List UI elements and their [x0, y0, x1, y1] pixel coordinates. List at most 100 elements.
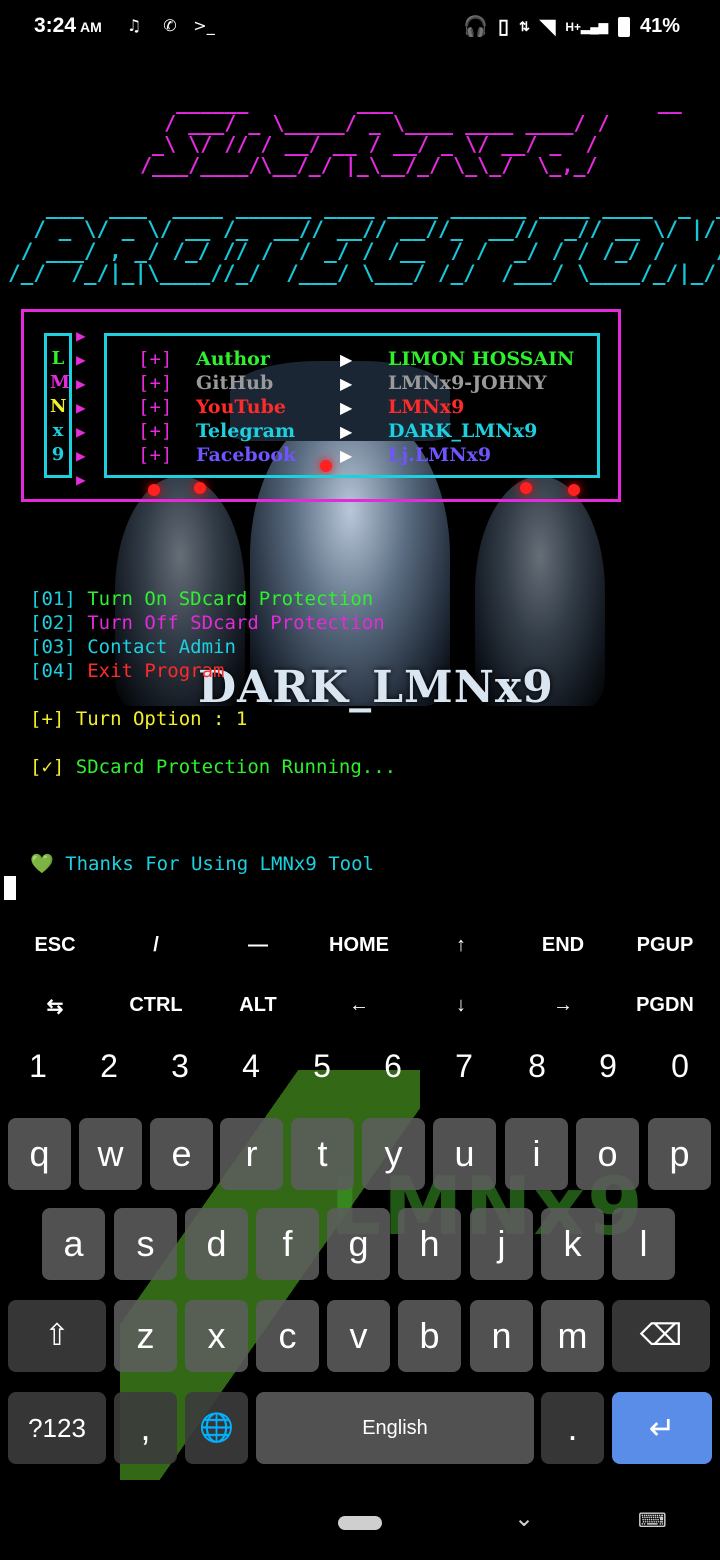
key-tab[interactable]: ⇆: [4, 994, 106, 1019]
key-ctrl[interactable]: CTRL: [105, 994, 207, 1017]
key-0[interactable]: 0: [650, 1048, 710, 1085]
menu-option-01: [01] Turn On SDcard Protection: [30, 588, 374, 610]
arrow-icon: ▶: [76, 398, 86, 417]
key-r[interactable]: r: [220, 1118, 283, 1190]
lmnx-letter: N: [50, 396, 67, 417]
music-icon: ♫: [126, 16, 142, 35]
key-b[interactable]: b: [398, 1300, 461, 1372]
soft-keyboard: LMNx9 1 2 3 4 5 6 7 8 9 0 q w e r t y u …: [0, 1040, 720, 1480]
pointer-icon: ▶: [340, 422, 353, 441]
battery-icon: [617, 16, 630, 37]
key-p[interactable]: p: [648, 1118, 711, 1190]
key-n[interactable]: n: [470, 1300, 533, 1372]
key-u[interactable]: u: [433, 1118, 496, 1190]
key-pgup[interactable]: PGUP: [614, 934, 716, 957]
option-prompt: [+] Turn Option : 1: [30, 708, 248, 730]
key-q[interactable]: q: [8, 1118, 71, 1190]
key-x[interactable]: x: [185, 1300, 248, 1372]
arrow-icon: ▶: [76, 422, 86, 441]
key-home[interactable]: HOME: [308, 934, 410, 957]
key-symbols[interactable]: ?123: [8, 1392, 106, 1464]
key-e[interactable]: e: [150, 1118, 213, 1190]
info-label: Author: [196, 348, 270, 370]
key-period[interactable]: .: [541, 1392, 604, 1464]
info-value: LMNx9: [388, 396, 465, 418]
key-alt[interactable]: ALT: [207, 994, 309, 1017]
pointer-icon: ▶: [340, 446, 353, 465]
key-6[interactable]: 6: [363, 1048, 423, 1085]
key-3[interactable]: 3: [150, 1048, 210, 1085]
key-m[interactable]: m: [541, 1300, 604, 1372]
navigation-bar: ⌄ ⌨: [0, 1480, 720, 1560]
key-a[interactable]: a: [42, 1208, 105, 1280]
ascii-banner-protection: ___ ___ ____ ______ ____ ____ ______ ___…: [8, 195, 720, 286]
key-c[interactable]: c: [256, 1300, 319, 1372]
key-t[interactable]: t: [291, 1118, 354, 1190]
key-j[interactable]: j: [470, 1208, 533, 1280]
key-up[interactable]: ↑: [410, 934, 512, 957]
key-esc[interactable]: ESC: [4, 934, 106, 957]
key-i[interactable]: i: [505, 1118, 568, 1190]
key-z[interactable]: z: [114, 1300, 177, 1372]
terminal-icon: >_: [193, 16, 215, 35]
arrow-icon: ▶: [76, 374, 86, 393]
key-g[interactable]: g: [327, 1208, 390, 1280]
key-o[interactable]: o: [576, 1118, 639, 1190]
key-2[interactable]: 2: [79, 1048, 139, 1085]
key-slash[interactable]: /: [105, 934, 207, 957]
menu-option-02: [02] Turn Off SDcard Protection: [30, 612, 385, 634]
key-down[interactable]: ↓: [410, 994, 512, 1017]
key-1[interactable]: 1: [8, 1048, 68, 1085]
key-f[interactable]: f: [256, 1208, 319, 1280]
info-value: DARK_LMNx9: [388, 420, 538, 442]
pointer-icon: ▶: [340, 350, 353, 369]
terminal-cursor: [4, 876, 16, 900]
key-comma[interactable]: ,: [114, 1392, 177, 1464]
info-label: Facebook: [196, 444, 297, 466]
keyboard-switch-icon[interactable]: ⌨: [638, 1508, 667, 1532]
background-wordmark: DARK_LMNx9: [198, 662, 554, 713]
info-value: LMNx9-JOHNY: [388, 372, 547, 394]
backspace-icon[interactable]: ⌫: [612, 1300, 710, 1372]
key-5[interactable]: 5: [292, 1048, 352, 1085]
key-v[interactable]: v: [327, 1300, 390, 1372]
arrow-icon: ▶: [76, 470, 86, 489]
key-shift[interactable]: ⇧: [8, 1300, 106, 1372]
ascii-banner-sdcard: ______ ___ __ / ___/ _ \_____/ _ \____ _…: [140, 90, 682, 177]
menu-option-04: [04] Exit Program: [30, 660, 225, 682]
key-right[interactable]: →: [512, 994, 614, 1017]
terminal-output[interactable]: ______ ___ __ / ___/ _ \_____/ _ \____ _…: [0, 56, 720, 916]
info-value: Lj.LMNx9: [388, 444, 492, 466]
enter-icon[interactable]: ↵: [612, 1392, 712, 1464]
signal-icon: H+▂▄▆: [565, 19, 608, 34]
clock: 3:24 AM: [34, 14, 102, 37]
thanks-line: 💚 Thanks For Using LMNx9 Tool: [30, 853, 374, 875]
battery-percent: 41%: [639, 15, 680, 37]
key-pgdn[interactable]: PGDN: [614, 994, 716, 1017]
key-l[interactable]: l: [612, 1208, 675, 1280]
key-h[interactable]: h: [398, 1208, 461, 1280]
key-8[interactable]: 8: [507, 1048, 567, 1085]
hide-keyboard-icon[interactable]: ⌄: [514, 1504, 534, 1532]
key-7[interactable]: 7: [434, 1048, 494, 1085]
key-k[interactable]: k: [541, 1208, 604, 1280]
key-space[interactable]: English: [256, 1392, 534, 1464]
key-dash[interactable]: —: [207, 934, 309, 957]
key-9[interactable]: 9: [578, 1048, 638, 1085]
key-end[interactable]: END: [512, 934, 614, 957]
data-arrows-icon: ⇅: [519, 18, 530, 34]
key-4[interactable]: 4: [221, 1048, 281, 1085]
lmnx-letter: 9: [51, 444, 65, 465]
key-d[interactable]: d: [185, 1208, 248, 1280]
key-s[interactable]: s: [114, 1208, 177, 1280]
key-w[interactable]: w: [79, 1118, 142, 1190]
wifi-icon: ◥: [539, 16, 556, 38]
key-y[interactable]: y: [362, 1118, 425, 1190]
menu-option-03: [03] Contact Admin: [30, 636, 236, 658]
vibrate-icon: ▯: [498, 16, 510, 38]
globe-icon[interactable]: 🌐: [185, 1392, 248, 1464]
green-heart-icon: 💚: [30, 853, 54, 875]
key-left[interactable]: ←: [308, 994, 410, 1017]
lmnx-letter: L: [51, 348, 65, 369]
home-pill[interactable]: [338, 1516, 382, 1530]
